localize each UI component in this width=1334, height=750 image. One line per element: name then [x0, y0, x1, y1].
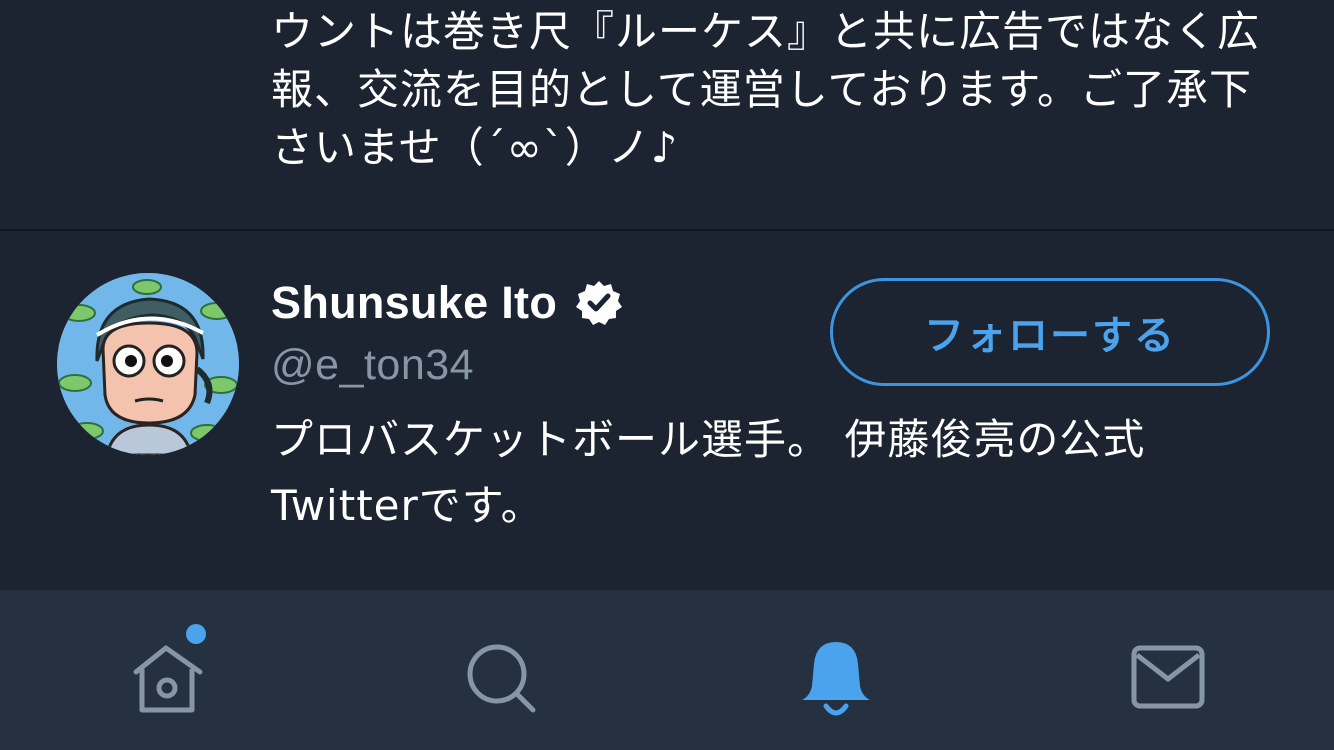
tab-bar — [0, 590, 1334, 750]
user-cell-previous[interactable]: ウントは巻き尺『ルーケス』と共に広告ではなく広報、交流を目的として運営しておりま… — [0, 0, 1334, 229]
avatar-image — [57, 273, 239, 455]
user-handle: @e_ton34 — [271, 341, 475, 389]
tab-notifications[interactable] — [666, 590, 999, 750]
bell-icon — [802, 642, 870, 716]
notifications-screen: ウントは巻き尺『ルーケス』と共に広告ではなく広報、交流を目的として運営しておりま… — [0, 0, 1334, 750]
tab-search[interactable] — [333, 590, 666, 750]
mail-icon — [1131, 645, 1205, 709]
name-row: Shunsuke Ito — [271, 275, 623, 331]
follow-button[interactable]: フォローする — [830, 278, 1270, 386]
user-cell[interactable]: Shunsuke Ito @e_ton34 フォローする プロバスケットボール選… — [0, 231, 1334, 590]
user-bio: プロバスケットボール選手。 伊藤俊亮の公式Twitterです。 — [271, 415, 1146, 530]
tab-home[interactable] — [0, 590, 333, 750]
search-icon — [467, 644, 536, 713]
notification-dot — [186, 624, 206, 644]
avatar[interactable] — [57, 273, 239, 455]
verified-badge-icon — [575, 279, 623, 327]
previous-user-bio: ウントは巻き尺『ルーケス』と共に広告ではなく広報、交流を目的として運営しておりま… — [271, 7, 1261, 172]
display-name[interactable]: Shunsuke Ito — [271, 277, 557, 329]
tab-messages[interactable] — [999, 590, 1332, 750]
home-icon — [133, 645, 203, 713]
